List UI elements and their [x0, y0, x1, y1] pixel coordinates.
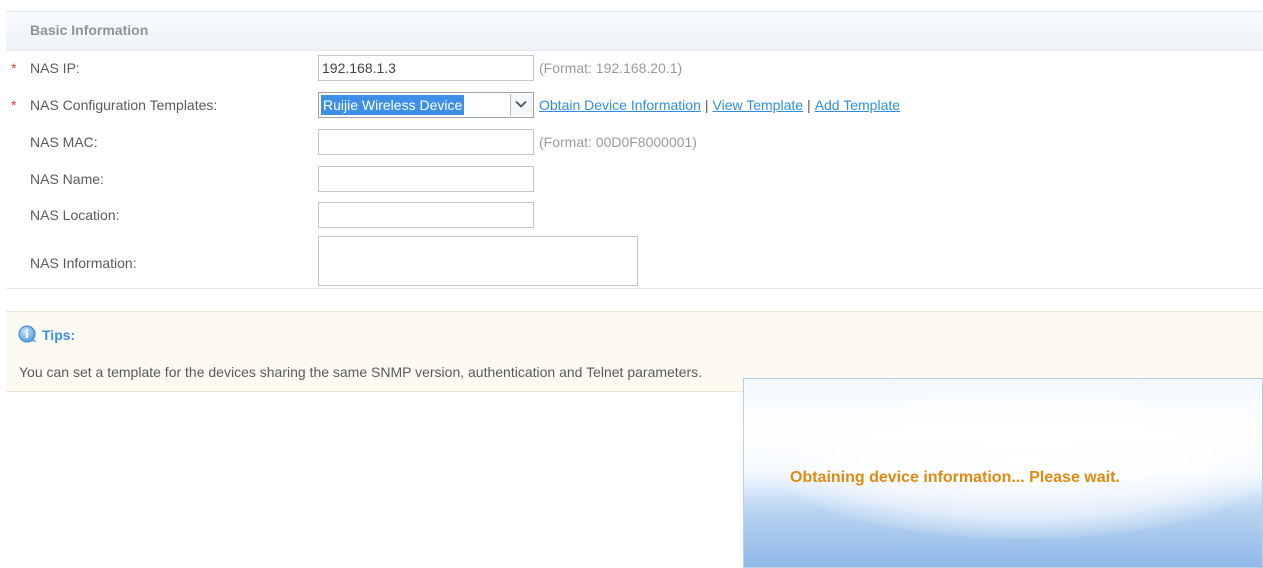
nas-information-label: NAS Information: — [30, 255, 137, 271]
required-mark: * — [11, 97, 17, 113]
info-icon — [18, 325, 38, 346]
nas-information-textarea[interactable] — [318, 236, 638, 286]
overlay-glow — [774, 389, 1262, 539]
page: Basic Information * NAS IP: (Format: 192… — [0, 0, 1263, 568]
nas-mac-format-hint: (Format: 00D0F8000001) — [539, 134, 697, 150]
template-links: Obtain Device Information | View Template |… — [539, 97, 900, 113]
tips-title: Tips: — [42, 327, 76, 343]
nas-mac-label: NAS MAC: — [30, 134, 98, 150]
dropdown-arrow[interactable] — [510, 94, 532, 116]
tips-text: You can set a template for the devices s… — [19, 364, 703, 380]
section-header: Basic Information — [6, 12, 1263, 51]
nas-name-label: NAS Name: — [30, 171, 104, 187]
view-template-link[interactable]: View Template — [713, 97, 804, 113]
link-separator: | — [807, 97, 811, 113]
nas-ip-format-hint: (Format: 192.168.20.1) — [539, 60, 683, 76]
section-title: Basic Information — [30, 22, 149, 38]
required-mark: * — [11, 60, 17, 76]
nas-mac-input[interactable] — [318, 129, 534, 155]
nas-ip-label: NAS IP: — [30, 60, 80, 76]
tips-heading: Tips: — [18, 325, 76, 346]
nas-location-label: NAS Location: — [30, 207, 120, 223]
nas-name-input[interactable] — [318, 166, 534, 192]
nas-templates-label: NAS Configuration Templates: — [30, 97, 218, 113]
nas-template-selected-value: Ruijie Wireless Device — [321, 95, 465, 115]
loading-message: Obtaining device information... Please w… — [790, 469, 1120, 486]
nas-location-input[interactable] — [318, 202, 534, 228]
nas-ip-input[interactable] — [318, 55, 534, 81]
link-separator: | — [704, 97, 709, 113]
loading-overlay: Obtaining device information... Please w… — [743, 378, 1263, 568]
nas-template-select[interactable]: Ruijie Wireless Device — [318, 92, 534, 118]
basic-information-section: Basic Information * NAS IP: (Format: 192… — [6, 11, 1263, 289]
chevron-down-icon — [515, 100, 527, 108]
obtain-device-information-link[interactable]: Obtain Device Information — [539, 97, 701, 113]
add-template-link[interactable]: Add Template — [815, 97, 900, 113]
